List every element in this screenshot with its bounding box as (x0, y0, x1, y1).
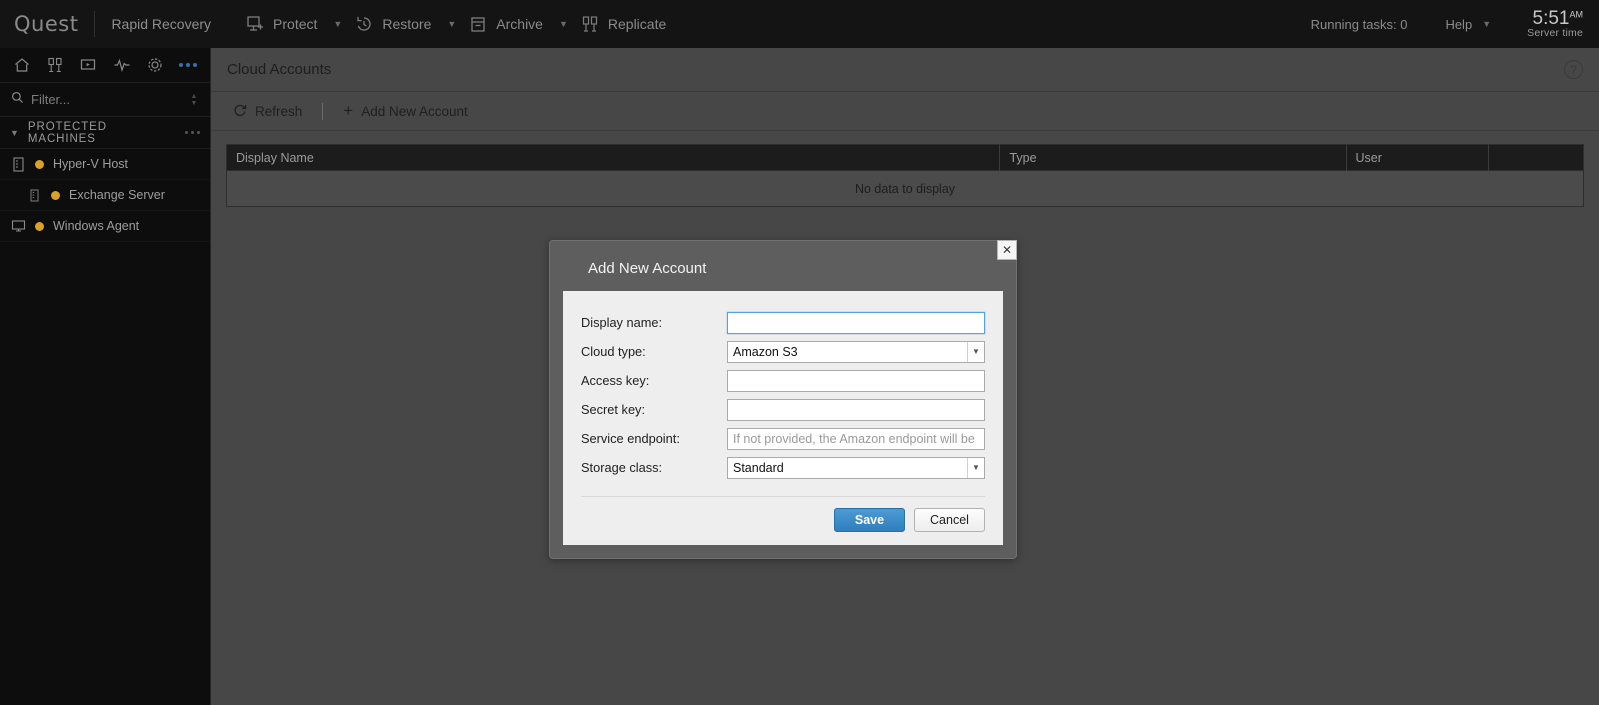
chevron-down-icon[interactable]: ▼ (967, 341, 984, 362)
service-endpoint-input[interactable] (727, 427, 985, 450)
add-new-account-dialog: ✕ Add New Account Display name: Cloud ty… (549, 240, 1017, 559)
chevron-down-icon[interactable]: ▼ (967, 457, 984, 478)
storage-class-value: Standard (733, 460, 784, 475)
field-service-endpoint: Service endpoint: (581, 424, 985, 453)
secret-key-input[interactable] (727, 398, 985, 421)
field-storage-class: Storage class: Standard ▼ (581, 453, 985, 482)
field-label: Storage class: (581, 460, 663, 475)
dialog-title: Add New Account (588, 260, 707, 277)
modal-overlay: ✕ Add New Account Display name: Cloud ty… (0, 0, 1599, 705)
dialog-footer: Save Cancel (581, 496, 985, 532)
field-label: Access key: (581, 373, 650, 388)
storage-class-select[interactable]: Standard ▼ (727, 456, 985, 479)
cancel-button[interactable]: Cancel (914, 508, 985, 532)
field-access-key: Access key: (581, 366, 985, 395)
field-cloud-type: Cloud type: Amazon S3 ▼ (581, 337, 985, 366)
field-label: Secret key: (581, 402, 646, 417)
field-display-name: Display name: (581, 308, 985, 337)
cloud-type-select[interactable]: Amazon S3 ▼ (727, 340, 985, 363)
close-icon[interactable]: ✕ (997, 240, 1017, 260)
field-label: Cloud type: (581, 344, 646, 359)
display-name-input[interactable] (727, 311, 985, 334)
field-label: Service endpoint: (581, 431, 680, 446)
save-button[interactable]: Save (834, 508, 905, 532)
field-secret-key: Secret key: (581, 395, 985, 424)
field-label: Display name: (581, 315, 663, 330)
access-key-input[interactable] (727, 369, 985, 392)
cloud-type-value: Amazon S3 (733, 344, 798, 359)
dialog-body: Display name: Cloud type: Amazon S3 ▼ Ac… (563, 291, 1003, 545)
